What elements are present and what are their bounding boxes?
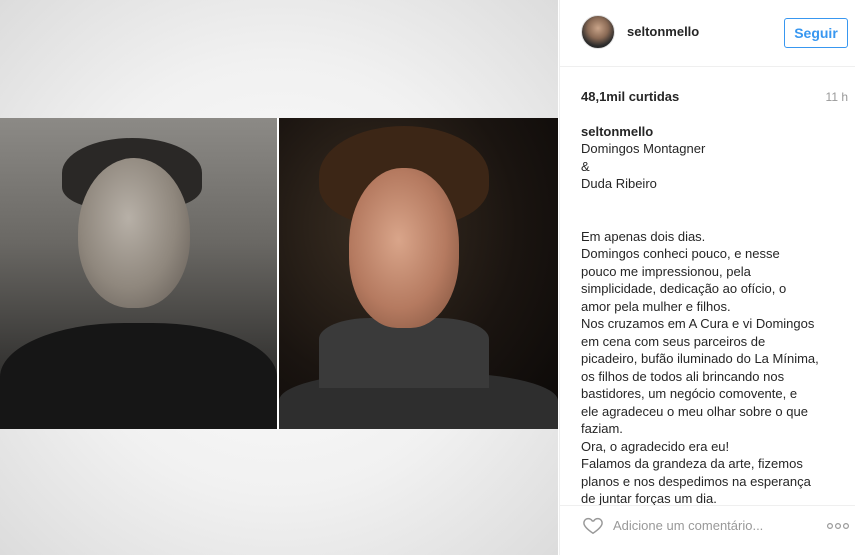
heart-icon[interactable]	[582, 514, 604, 536]
caption-line: Em apenas dois dias.	[581, 228, 706, 244]
caption-line: Duda Ribeiro	[581, 176, 657, 191]
caption-line: pouco me impressionou, pela	[581, 263, 751, 279]
caption-line: simplicidade, dedicação ao ofício, o	[581, 281, 787, 296]
caption-line: picadeiro, bufão iluminado do La Mínima,	[581, 351, 819, 366]
post-time[interactable]: 11 h	[826, 90, 848, 104]
caption-line: Domingos Montagner	[581, 141, 706, 156]
more-options-icon[interactable]	[826, 522, 850, 530]
caption-line: Falamos da grandeza da arte, fizemos	[581, 456, 803, 471]
avatar[interactable]	[581, 15, 615, 49]
caption-line: Domingos conheci pouco, e nesse	[581, 246, 780, 261]
likes-count[interactable]: 48,1mil curtidas	[581, 89, 679, 104]
post-media	[0, 0, 558, 555]
comment-bar	[560, 505, 855, 556]
username-link[interactable]: seltonmello	[627, 24, 699, 39]
caption-line: em cena com seus parceiros de	[581, 333, 766, 349]
caption-line: os filhos de todos ali brincando nos	[581, 368, 785, 384]
caption-line: amor pela mulher e filhos.	[581, 298, 731, 314]
caption-line: Ora, o agradecido era eu!	[581, 438, 730, 454]
caption-line: faziam.	[581, 421, 623, 436]
caption-author-link[interactable]: seltonmello	[581, 124, 653, 139]
caption-line: Nos cruzamos em A Cura e vi Domingos	[581, 316, 815, 331]
caption-text: Domingos Montagner & Duda Ribeiro Em ape…	[581, 140, 851, 508]
caption-line: &	[581, 158, 590, 174]
post-photo-left	[0, 118, 277, 429]
post-side-panel: seltonmello Seguir 48,1mil curtidas 11 h…	[559, 0, 855, 555]
caption-line: ele agradeceu o meu olhar sobre o que	[581, 403, 808, 419]
follow-button[interactable]: Seguir	[784, 18, 848, 48]
post-header: seltonmello Seguir	[560, 0, 855, 67]
comment-input[interactable]	[613, 513, 803, 537]
caption-line: bastidores, um negócio comovente, e	[581, 386, 798, 401]
caption-line: planos e nos despedimos na esperança	[581, 473, 811, 489]
post-photo-right	[279, 118, 558, 429]
